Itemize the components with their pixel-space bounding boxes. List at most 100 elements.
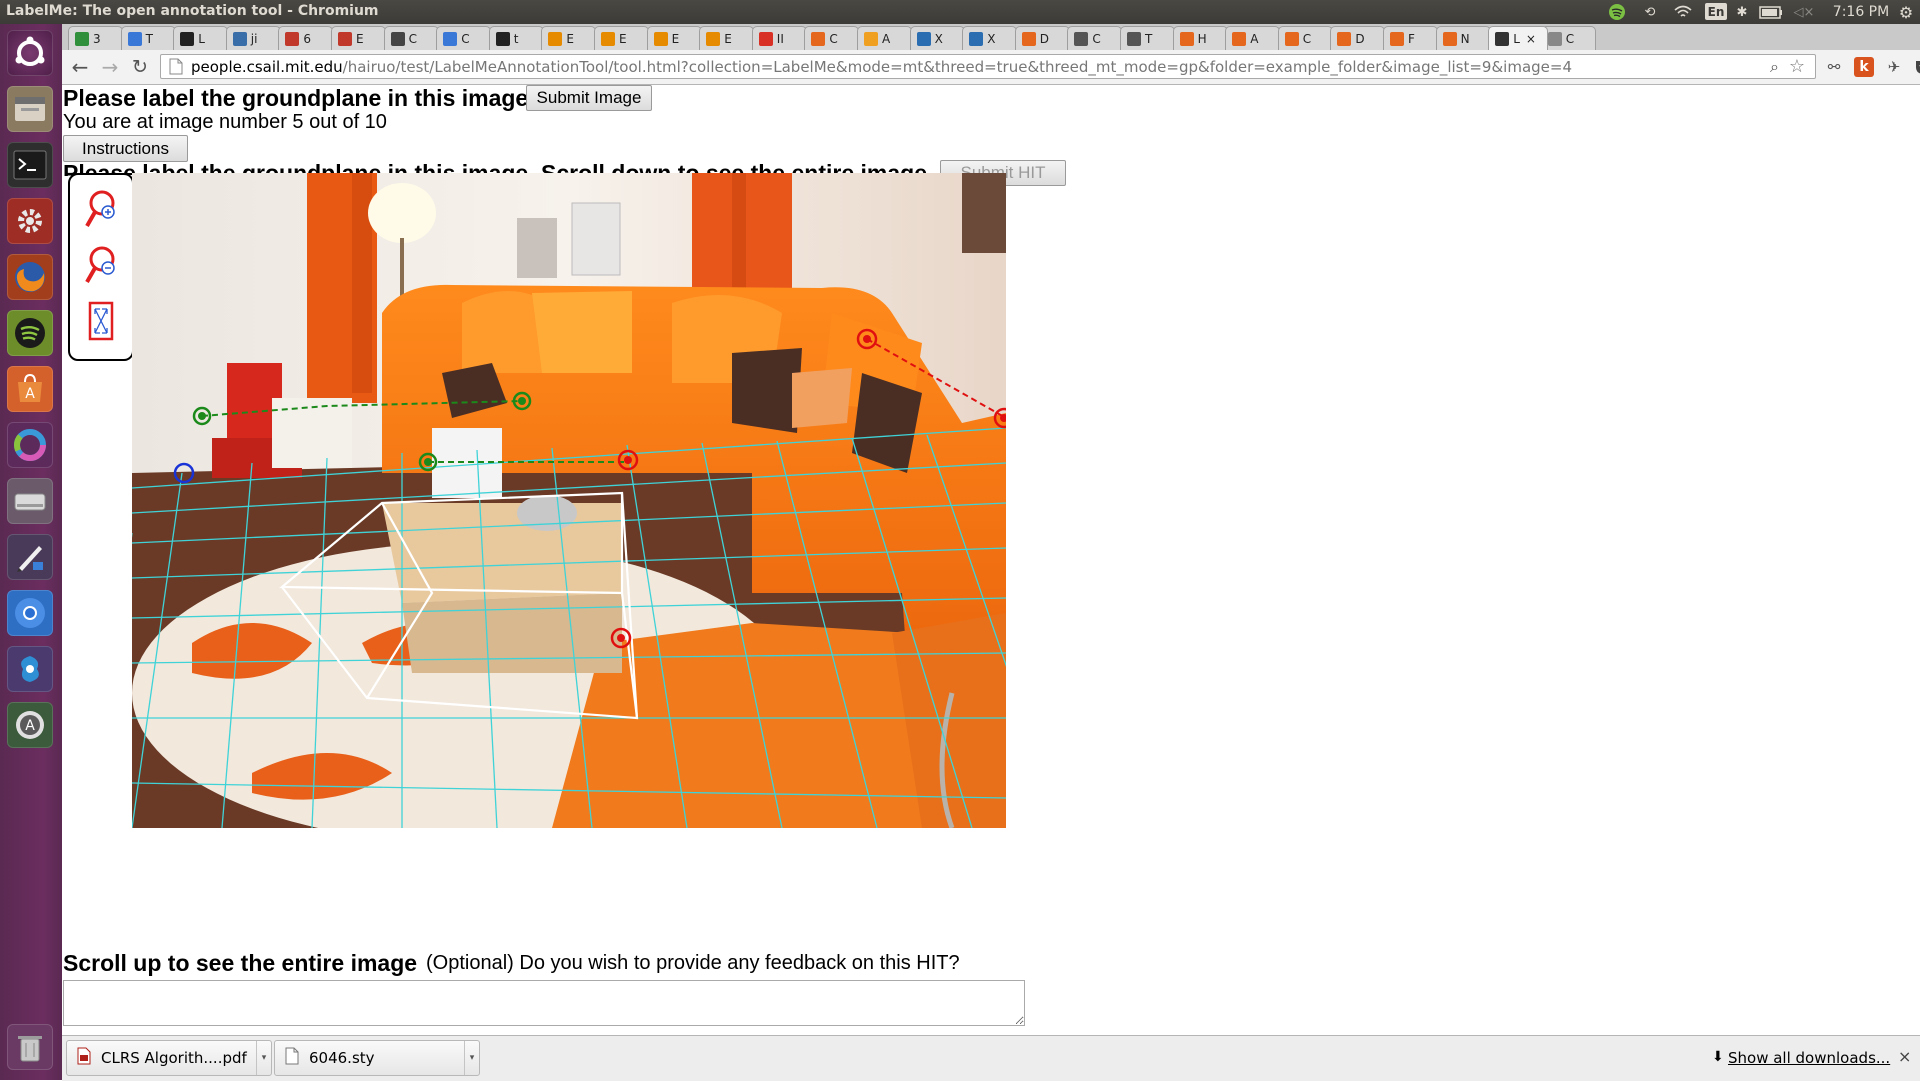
tab[interactable]: D <box>1014 26 1070 50</box>
tab[interactable]: D <box>1330 26 1386 50</box>
tab[interactable]: H <box>1172 26 1228 50</box>
files-icon[interactable] <box>7 86 53 132</box>
submit-image-button[interactable]: Submit Image <box>526 85 652 111</box>
tab[interactable]: A <box>857 26 912 50</box>
zoom-out-icon[interactable] <box>84 243 118 287</box>
tab[interactable]: C <box>383 26 439 50</box>
tab[interactable]: N <box>1435 26 1491 50</box>
download-menu-chevron-icon[interactable]: ▾ <box>464 1041 479 1075</box>
tab[interactable]: 3 <box>68 26 123 50</box>
tab-label: II <box>776 31 784 46</box>
feedback-textarea[interactable] <box>63 980 1025 1026</box>
tab[interactable]: E <box>331 26 386 50</box>
tab[interactable]: L <box>173 26 229 50</box>
gmail-icon <box>758 31 773 46</box>
fit-image-icon[interactable] <box>84 299 118 343</box>
shotwell-icon[interactable] <box>7 646 53 692</box>
tab-label: C <box>461 31 470 46</box>
w3-icon <box>916 31 931 46</box>
dash-home-icon[interactable] <box>7 30 53 76</box>
tab[interactable]: E <box>646 26 702 50</box>
disk-usage-icon[interactable] <box>7 422 53 468</box>
k-extension-icon[interactable]: k <box>1854 57 1874 77</box>
tab[interactable]: ji <box>225 26 281 50</box>
bluetooth-icon[interactable]: ✱ <box>1735 2 1749 22</box>
tab[interactable]: C <box>436 26 492 50</box>
matlab-icon <box>1232 31 1247 46</box>
annotation-canvas[interactable] <box>132 173 1006 828</box>
chromium-icon[interactable] <box>7 590 53 636</box>
plane-extension-icon[interactable]: ✈ <box>1884 57 1904 77</box>
close-shelf-icon[interactable]: × <box>1898 1047 1911 1066</box>
software-center-icon[interactable]: A <box>7 366 53 412</box>
room-photo[interactable] <box>132 173 1006 828</box>
circle-icon <box>864 31 878 46</box>
tab[interactable]: 6 <box>278 26 334 50</box>
feedback-prompt: (Optional) Do you wish to provide any fe… <box>426 952 960 974</box>
tab[interactable]: C <box>1067 26 1123 50</box>
gear-icon[interactable]: ⚙ <box>1896 2 1916 22</box>
firefox-icon[interactable] <box>7 254 53 300</box>
tab-label: C <box>1302 31 1312 46</box>
tab-label: C <box>1092 31 1101 46</box>
tool-panel <box>68 173 134 361</box>
battery-icon[interactable] <box>1758 2 1784 22</box>
download-item[interactable]: 6046.sty ▾ <box>274 1040 480 1076</box>
github-icon <box>495 31 510 46</box>
tab[interactable]: E <box>541 26 597 50</box>
tab-label: H <box>1197 31 1207 46</box>
reload-icon[interactable]: ↻ <box>128 55 152 79</box>
wifi-icon[interactable] <box>1672 2 1694 22</box>
tab-label: C <box>1565 31 1575 46</box>
tab[interactable]: E <box>699 26 755 50</box>
text-editor-icon[interactable] <box>7 534 53 580</box>
tab[interactable]: T <box>1120 26 1175 50</box>
address-bar[interactable]: people.csail.mit.edu/hairuo/test/LabelMe… <box>160 54 1816 79</box>
tab-label: ji <box>250 31 258 46</box>
volume-muted-icon[interactable]: ◁× <box>1793 2 1815 22</box>
tab-label: F <box>1408 31 1415 46</box>
tab[interactable]: E <box>594 26 649 50</box>
back-icon[interactable]: ← <box>68 55 92 79</box>
drive-icon <box>75 31 89 46</box>
tab[interactable]: F <box>1383 26 1438 50</box>
zoom-in-icon[interactable] <box>84 187 118 231</box>
extension-icon[interactable]: ⚯ <box>1824 57 1844 77</box>
sync-icon[interactable]: ⟲ <box>1640 2 1660 22</box>
tab[interactable]: A <box>1225 26 1281 50</box>
bookmark-star-icon[interactable]: ☆ <box>1789 56 1805 77</box>
w3-icon <box>969 31 984 46</box>
terminal-icon[interactable] <box>7 142 53 188</box>
pocket-icon[interactable] <box>1914 57 1920 77</box>
tab[interactable]: C <box>1277 26 1333 50</box>
download-menu-chevron-icon[interactable]: ▾ <box>256 1041 271 1075</box>
window-title: LabelMe: The open annotation tool - Chro… <box>6 3 379 19</box>
clock[interactable]: 7:16 PM <box>1830 2 1892 22</box>
spotify-icon[interactable] <box>7 310 53 356</box>
flag-icon <box>285 31 300 46</box>
spotify-tray-icon[interactable] <box>1607 2 1627 22</box>
show-all-downloads-link[interactable]: Show all downloads... <box>1728 1049 1890 1067</box>
download-arrow-icon: ⬇ <box>1712 1049 1724 1065</box>
trash-icon[interactable] <box>7 1024 53 1070</box>
tab[interactable]: II <box>751 26 807 50</box>
download-item[interactable]: CLRS Algorith....pdf ▾ <box>66 1040 272 1076</box>
software-updater-icon[interactable]: A <box>7 702 53 748</box>
system-settings-icon[interactable] <box>7 198 53 244</box>
tab[interactable]: C <box>804 26 860 50</box>
matlab-icon <box>1284 31 1299 46</box>
tab[interactable]: L × <box>1488 26 1549 50</box>
forward-icon[interactable]: → <box>98 55 122 79</box>
tab[interactable]: C <box>1540 26 1596 50</box>
drive-icon[interactable] <box>7 478 53 524</box>
tab[interactable]: X <box>962 26 1018 50</box>
tab[interactable]: X <box>909 26 965 50</box>
instructions-button[interactable]: Instructions <box>63 135 188 162</box>
tab[interactable]: t <box>488 26 544 50</box>
tab[interactable]: T <box>120 26 176 50</box>
close-tab-icon[interactable]: × <box>1526 32 1536 46</box>
zoom-icon[interactable]: ⌕ <box>1770 57 1779 77</box>
url-host: people.csail.mit.edu <box>191 57 343 76</box>
download-filename: 6046.sty <box>309 1049 375 1067</box>
keyboard-layout-indicator[interactable]: En <box>1705 3 1727 20</box>
